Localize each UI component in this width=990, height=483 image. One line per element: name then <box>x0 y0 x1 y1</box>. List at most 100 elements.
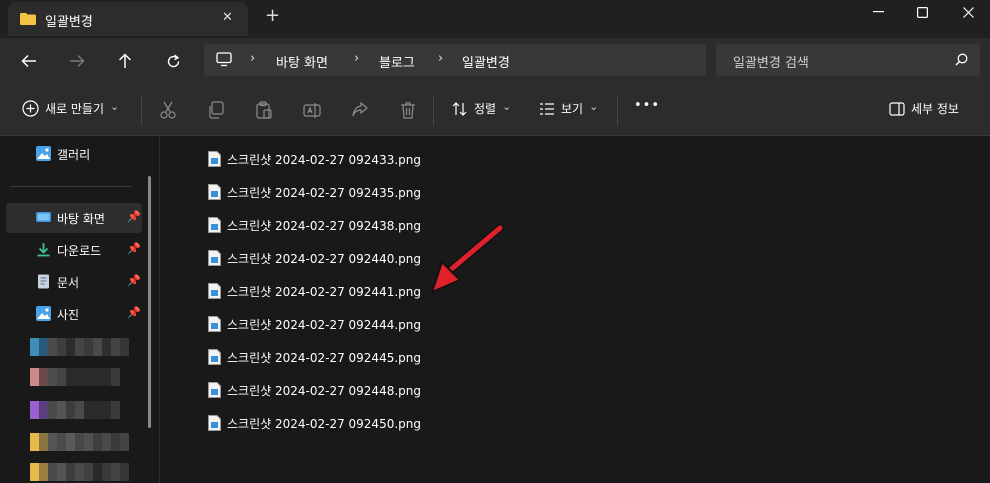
back-button[interactable] <box>16 48 42 74</box>
monitor-icon <box>216 52 232 67</box>
sidebar-item-gallery[interactable]: 갤러리 <box>6 139 142 169</box>
sidebar-label-gallery: 갤러리 <box>57 148 91 162</box>
breadcrumb-current[interactable]: 일괄변경 <box>462 52 510 71</box>
cut-icon[interactable] <box>159 101 177 119</box>
blurred-item[interactable] <box>30 338 129 356</box>
details-label: 세부 정보 <box>911 102 959 116</box>
tab-close-icon[interactable]: ✕ <box>222 10 233 25</box>
pin-icon[interactable]: 📌 <box>127 274 141 287</box>
trash-icon[interactable] <box>399 101 417 119</box>
sidebar-item-desktop[interactable]: 바탕 화면 📌 <box>6 203 142 233</box>
navigation-bar: › 바탕 화면 › 블로그 › 일괄변경 일괄변경 검색 <box>0 38 990 84</box>
minimize-button[interactable] <box>856 2 900 22</box>
file-item[interactable]: 스크린샷 2024-02-27 092450.png <box>208 412 421 434</box>
file-name: 스크린샷 2024-02-27 092441.png <box>227 284 421 299</box>
file-item[interactable]: 스크린샷 2024-02-27 092448.png <box>208 379 421 401</box>
sort-button[interactable]: 정렬 ⌄ <box>452 100 511 117</box>
share-icon[interactable] <box>351 101 369 119</box>
chevron-right-icon: › <box>438 51 444 66</box>
sidebar-scrollbar[interactable] <box>148 176 151 428</box>
file-name: 스크린샷 2024-02-27 092450.png <box>227 416 421 431</box>
view-button[interactable]: 보기 ⌄ <box>539 100 598 117</box>
search-input[interactable]: 일괄변경 검색 <box>716 44 980 76</box>
search-placeholder: 일괄변경 검색 <box>733 56 809 71</box>
png-file-icon <box>208 283 221 299</box>
file-item[interactable]: 스크린샷 2024-02-27 092433.png <box>208 148 421 170</box>
sort-icon <box>452 101 467 116</box>
chevron-down-icon: ⌄ <box>502 99 512 113</box>
desktop-icon <box>36 212 51 222</box>
plus-circle-icon <box>22 100 39 117</box>
more-icon: ••• <box>634 98 661 113</box>
file-name: 스크린샷 2024-02-27 092435.png <box>227 185 421 200</box>
maximize-button[interactable] <box>900 2 944 22</box>
blurred-item[interactable] <box>30 401 120 419</box>
sort-label: 정렬 <box>474 102 497 116</box>
pictures-icon <box>36 306 51 321</box>
navigation-pane: 갤러리 바탕 화면 📌 다운로드 📌 문서 📌 사진 📌 <box>0 136 160 483</box>
sidebar-label-documents: 문서 <box>57 276 80 290</box>
search-icon <box>955 53 968 66</box>
tab-current[interactable]: 일괄변경 ✕ <box>8 2 248 36</box>
file-item[interactable]: 스크린샷 2024-02-27 092438.png <box>208 214 421 236</box>
folder-icon <box>20 13 36 25</box>
chevron-right-icon: › <box>354 51 360 66</box>
rename-icon[interactable] <box>303 101 321 119</box>
chevron-down-icon: ⌄ <box>110 99 120 113</box>
breadcrumb-desktop[interactable]: 바탕 화면 <box>276 52 328 71</box>
divider <box>433 96 434 126</box>
new-button[interactable]: 새로 만들기 ⌄ <box>22 100 119 117</box>
blurred-item[interactable] <box>30 368 120 386</box>
close-icon <box>962 6 974 18</box>
pin-icon[interactable]: 📌 <box>127 242 141 255</box>
refresh-button[interactable] <box>160 48 186 74</box>
copy-icon[interactable] <box>207 101 225 119</box>
file-item[interactable]: 스크린샷 2024-02-27 092440.png <box>208 247 421 269</box>
download-icon <box>37 243 50 257</box>
details-pane-icon <box>889 101 905 116</box>
divider <box>617 96 618 126</box>
tab-title: 일괄변경 <box>45 15 93 30</box>
sidebar-item-documents[interactable]: 문서 📌 <box>6 267 142 297</box>
arrow-left-icon <box>21 54 36 68</box>
sidebar-separator <box>10 186 132 187</box>
paste-icon[interactable] <box>255 101 273 119</box>
more-options-button[interactable]: ••• <box>634 98 660 113</box>
pin-icon[interactable]: 📌 <box>127 306 141 319</box>
png-file-icon <box>208 250 221 266</box>
png-file-icon <box>208 217 221 233</box>
file-name: 스크린샷 2024-02-27 092448.png <box>227 383 421 398</box>
sidebar-label-downloads: 다운로드 <box>57 244 102 258</box>
title-bar: 일괄변경 ✕ + <box>0 0 990 38</box>
file-item[interactable]: 스크린샷 2024-02-27 092435.png <box>208 181 421 203</box>
blurred-item[interactable] <box>30 433 129 451</box>
document-icon <box>38 274 49 289</box>
blurred-item[interactable] <box>30 463 129 481</box>
details-pane-button[interactable]: 세부 정보 <box>889 100 959 117</box>
forward-button[interactable] <box>64 48 90 74</box>
file-item[interactable]: 스크린샷 2024-02-27 092444.png <box>208 313 421 335</box>
new-tab-icon[interactable]: + <box>265 7 280 25</box>
close-window-button[interactable] <box>946 2 990 22</box>
breadcrumb-blog[interactable]: 블로그 <box>379 52 415 71</box>
png-file-icon <box>208 316 221 332</box>
png-file-icon <box>208 382 221 398</box>
sidebar-item-downloads[interactable]: 다운로드 📌 <box>6 235 142 265</box>
file-name: 스크린샷 2024-02-27 092438.png <box>227 218 421 233</box>
address-bar[interactable]: › 바탕 화면 › 블로그 › 일괄변경 <box>204 44 706 76</box>
red-arrow-annotation <box>431 224 504 293</box>
gallery-icon <box>36 146 51 161</box>
file-item[interactable]: 스크린샷 2024-02-27 092441.png <box>208 280 421 302</box>
file-name: 스크린샷 2024-02-27 092440.png <box>227 251 421 266</box>
file-item[interactable]: 스크린샷 2024-02-27 092445.png <box>208 346 421 368</box>
command-bar: 새로 만들기 ⌄ 정렬 ⌄ 보기 ⌄ ••• 세부 정보 <box>0 84 990 136</box>
pin-icon[interactable]: 📌 <box>127 210 141 223</box>
chevron-down-icon: ⌄ <box>589 99 599 113</box>
png-file-icon <box>208 184 221 200</box>
minimize-icon <box>872 11 884 13</box>
file-name: 스크린샷 2024-02-27 092445.png <box>227 350 421 365</box>
new-button-label: 새로 만들기 <box>45 102 105 116</box>
up-button[interactable] <box>112 48 138 74</box>
sidebar-item-pictures[interactable]: 사진 📌 <box>6 299 142 329</box>
view-label: 보기 <box>561 102 584 116</box>
